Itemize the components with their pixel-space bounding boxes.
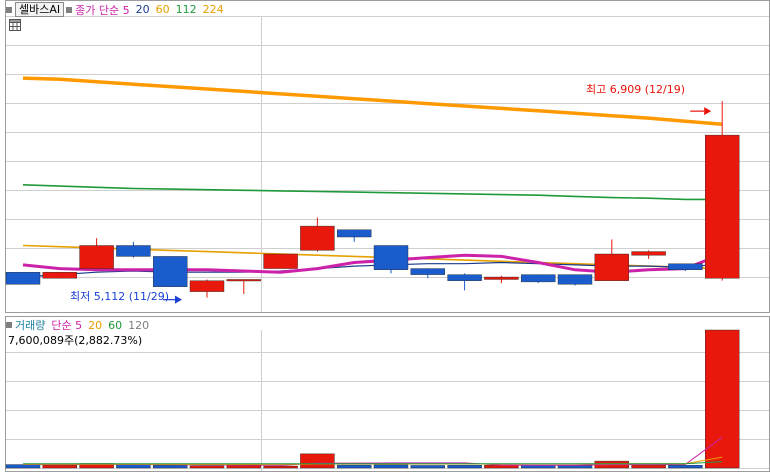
- candle-body: [410, 268, 445, 275]
- volume-bar: [189, 465, 225, 469]
- high-price-annotation: 최고 6,909 (12/19): [586, 83, 686, 96]
- candle: [42, 271, 77, 279]
- candle-body: [189, 280, 225, 292]
- candle-body: [226, 279, 262, 282]
- price-candles: [5, 101, 740, 298]
- candle: [79, 238, 114, 269]
- ma-112-label: 112: [175, 3, 197, 16]
- volume-bar: [410, 465, 445, 469]
- candle: [447, 273, 482, 291]
- chart-grid: [5, 0, 770, 472]
- candle: [668, 263, 703, 271]
- candle: [521, 274, 556, 284]
- candle: [337, 229, 372, 242]
- candle-body: [42, 271, 77, 279]
- volume-ma-label: 단순 5: [51, 319, 83, 332]
- volume-info: 7,600,089주(2,882.73%): [8, 334, 143, 347]
- legend-marker-icon: [6, 322, 12, 328]
- candle-body: [152, 256, 188, 287]
- volume-bar: [116, 464, 151, 469]
- price-legend: 셀바스AI 종가 단순 5 20 60 112 224: [4, 2, 224, 17]
- table-icon[interactable]: [9, 19, 21, 31]
- volume-bar: [337, 464, 372, 469]
- ma-label: 종가 단순 5: [75, 3, 130, 17]
- candle-body: [337, 229, 372, 238]
- volume-ma-60-label: 60: [108, 318, 123, 332]
- candle: [373, 245, 409, 274]
- legend-marker-icon: [66, 6, 73, 13]
- candle: [705, 101, 740, 281]
- volume-legend: 거래량 단순 5 20 60 120: [4, 318, 149, 332]
- ma-line-112: [22, 184, 723, 201]
- candle: [189, 279, 225, 298]
- volume-bar: [373, 464, 409, 469]
- volume-bar: [5, 464, 41, 469]
- volume-bar: [263, 465, 298, 469]
- ma-20-label: 20: [135, 3, 150, 16]
- candle-body: [705, 134, 740, 279]
- volume-bar: [447, 465, 482, 469]
- volume-bar: [631, 464, 666, 469]
- candle: [410, 268, 445, 279]
- candle-body: [594, 253, 629, 281]
- chart-canvas: [5, 0, 770, 472]
- candle: [116, 241, 151, 258]
- candle-body: [484, 276, 519, 280]
- volume-bars: [5, 329, 740, 469]
- candle-body: [5, 271, 41, 285]
- ma-60-label: 60: [155, 3, 170, 16]
- ma-224-label: 224: [202, 3, 224, 16]
- candle: [300, 217, 335, 252]
- volume-bar: [705, 329, 740, 469]
- volume-bar: [668, 465, 703, 469]
- volume-bar: [300, 453, 335, 469]
- volume-ma-20-label: 20: [88, 318, 103, 332]
- volume-bar: [557, 465, 593, 469]
- candle-body: [521, 274, 556, 283]
- candle-body: [631, 251, 666, 256]
- candle-body: [373, 245, 409, 270]
- volume-bar: [152, 465, 188, 469]
- candle-body: [447, 274, 482, 281]
- legend-marker-icon: [6, 6, 12, 13]
- candle: [557, 274, 593, 286]
- high-arrow-head: [704, 107, 712, 116]
- candle-body: [668, 263, 703, 270]
- low-price-annotation: 최저 5,112 (11/29): [70, 290, 170, 303]
- candle: [152, 256, 188, 287]
- candle-body: [79, 245, 114, 269]
- candle: [631, 250, 666, 259]
- volume-ma-120-label: 120: [128, 318, 150, 332]
- candle-body: [116, 245, 151, 257]
- low-arrow-head: [175, 295, 182, 304]
- candle: [5, 271, 41, 285]
- volume-label: 거래량: [15, 319, 46, 332]
- candle-body: [263, 253, 298, 269]
- volume-bar: [42, 464, 77, 469]
- stock-name-tab[interactable]: 셀바스AI: [15, 2, 65, 17]
- candle: [484, 275, 519, 284]
- candle-body: [300, 225, 335, 251]
- volume-bar: [484, 465, 519, 469]
- candle: [226, 279, 262, 295]
- candle-body: [557, 274, 593, 285]
- volume-bar: [226, 465, 262, 469]
- candle: [594, 239, 629, 281]
- candle: [263, 253, 298, 269]
